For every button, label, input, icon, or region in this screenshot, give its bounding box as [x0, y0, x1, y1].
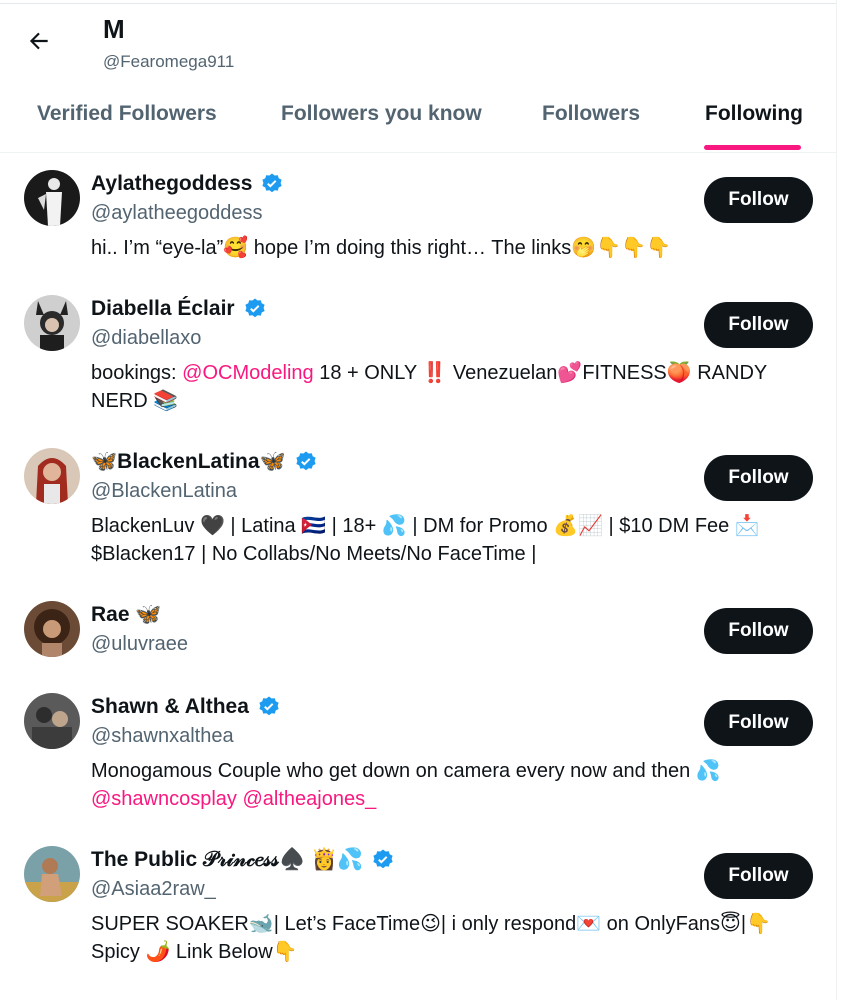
user-handle: @BlackenLatina [91, 480, 237, 502]
tab-followers[interactable]: Followers [542, 102, 640, 126]
user-bio: hi.. I’m “eye-la”🥰 hope I’m doing this r… [91, 237, 671, 259]
column-border [836, 0, 837, 1000]
avatar[interactable] [24, 693, 80, 749]
user-handle: @diabellaxo [91, 327, 202, 349]
back-arrow-icon[interactable] [26, 28, 52, 54]
avatar[interactable] [24, 601, 80, 657]
user-name[interactable]: 🦋BlackenLatina🦋 [91, 450, 286, 474]
page-title: M [103, 14, 125, 44]
user-name[interactable]: Aylathegoddess [91, 172, 252, 196]
avatar[interactable] [24, 448, 80, 504]
mention-link[interactable]: @OCModeling [182, 362, 313, 384]
verified-badge-icon [262, 173, 283, 193]
user-name[interactable]: The Public 𝒫𝓇𝒾𝓃𝒸𝑒𝓈𝓈♠️ 👸💦 [91, 848, 363, 872]
verified-badge-icon [244, 298, 265, 318]
user-name-row[interactable]: Diabella Éclair [91, 297, 267, 321]
follow-button[interactable]: Follow [704, 177, 813, 223]
profile-handle: @Fearomega911 [103, 52, 235, 71]
user-handle: @aylatheegoddess [91, 202, 263, 224]
user-name[interactable]: Diabella Éclair [91, 297, 235, 321]
bio-text: bookings: [91, 362, 183, 384]
user-name[interactable]: Rae 🦋 [91, 603, 162, 627]
bio-text: Monogamous Couple who get down on camera… [91, 760, 721, 782]
verified-badge-icon [296, 451, 316, 471]
user-bio: SUPER SOAKER🐋| Let’s FaceTime😉| i only r… [91, 913, 771, 963]
user-name-row[interactable]: 🦋BlackenLatina🦋 [91, 450, 318, 474]
user-handle: @Asiaa2raw_ [91, 878, 216, 900]
avatar[interactable] [24, 170, 80, 226]
user-name-row[interactable]: Shawn & Althea [91, 695, 281, 719]
follow-button[interactable]: Follow [704, 455, 813, 501]
user-handle: @shawnxalthea [91, 725, 234, 747]
user-bio: Monogamous Couple who get down on camera… [91, 757, 811, 813]
user-name-row[interactable]: Rae 🦋 [91, 603, 162, 627]
follow-button[interactable]: Follow [704, 700, 813, 746]
user-bio: BlackenLuv 🖤 | Latina 🇨🇺 | 18+ 💦 | DM fo… [91, 515, 760, 565]
user-bio: bookings: @OCModeling 18 + ONLY ‼️ Venez… [91, 359, 811, 415]
tab-followers-you-know[interactable]: Followers you know [281, 102, 482, 126]
tab-verified-followers[interactable]: Verified Followers [37, 102, 217, 126]
follow-button[interactable]: Follow [704, 608, 813, 654]
tabs-divider [0, 152, 836, 153]
top-border [0, 3, 836, 4]
user-name-row[interactable]: The Public 𝒫𝓇𝒾𝓃𝒸𝑒𝓈𝓈♠️ 👸💦 [91, 848, 395, 872]
active-tab-indicator [704, 145, 801, 150]
verified-badge-icon [373, 849, 393, 869]
user-name[interactable]: Shawn & Althea [91, 695, 249, 719]
mention-link[interactable]: @shawncosplay @altheajones_ [91, 785, 811, 813]
follow-button[interactable]: Follow [704, 853, 813, 899]
user-name-row[interactable]: Aylathegoddess [91, 172, 284, 196]
avatar[interactable] [24, 846, 80, 902]
avatar[interactable] [24, 295, 80, 351]
tab-following[interactable]: Following [705, 102, 803, 126]
user-handle: @uluvraee [91, 633, 189, 655]
verified-badge-icon [259, 696, 279, 716]
follow-button[interactable]: Follow [704, 302, 813, 348]
